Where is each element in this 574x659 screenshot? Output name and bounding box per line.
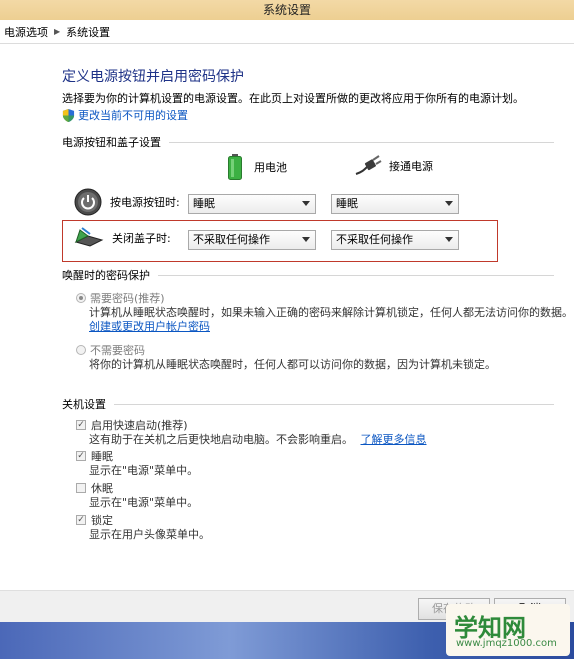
battery-icon	[228, 154, 242, 180]
create-password-link[interactable]: 创建或更改用户帐户密码	[89, 320, 210, 333]
power-section-heading: 电源按钮和盖子设置	[62, 134, 554, 150]
power-button-row: 按电源按钮时:	[74, 188, 180, 216]
checkmark-icon: ✓	[76, 451, 86, 461]
power-button-label: 按电源按钮时:	[110, 196, 180, 209]
breadcrumb-system-settings[interactable]: 系统设置	[66, 24, 110, 40]
breadcrumb-power-options[interactable]: 电源选项	[4, 24, 48, 40]
checkmark-icon: ✓	[76, 420, 86, 430]
power-section-heading-text: 电源按钮和盖子设置	[62, 136, 161, 149]
learn-more-link[interactable]: 了解更多信息	[361, 433, 427, 446]
battery-column-label: 用电池	[254, 161, 287, 174]
chevron-down-icon	[302, 237, 310, 242]
fast-startup-desc-row: 这有助于在关机之后更快地启动电脑。不会影响重启。 了解更多信息	[89, 431, 427, 447]
radio-icon	[76, 293, 86, 303]
checkmark-icon: ✓	[76, 515, 86, 525]
sleep-desc: 显示在"电源"菜单中。	[89, 464, 199, 477]
no-password-desc: 将你的计算机从睡眠状态唤醒时，任何人都可以访问你的数据，因为计算机未锁定。	[89, 358, 496, 371]
plugged-column-header: 接通电源	[354, 154, 433, 178]
wake-section-heading-text: 唤醒时的密码保护	[62, 269, 150, 282]
page-title: 定义电源按钮并启用密码保护	[62, 69, 244, 85]
power-button-plugged-value: 睡眠	[336, 197, 358, 210]
lid-label: 关闭盖子时:	[112, 232, 171, 245]
chevron-down-icon	[445, 237, 453, 242]
lid-row: 关闭盖子时:	[74, 226, 171, 250]
create-password-link-row: 创建或更改用户帐户密码	[89, 318, 210, 334]
checkbox-empty-icon	[76, 483, 86, 493]
window-titlebar: 系统设置	[0, 0, 574, 20]
power-button-icon	[74, 188, 102, 216]
breadcrumb: 电源选项 ▶ 系统设置	[0, 20, 574, 44]
main-content: 定义电源按钮并启用密码保护 选择要为你的计算机设置的电源设置。在此页上对设置所做…	[0, 44, 574, 590]
plug-icon	[355, 155, 382, 175]
shutdown-section-heading-text: 关机设置	[62, 398, 106, 411]
site-watermark: 学知网 www.jmqz1000.com	[446, 604, 570, 656]
watermark-url: www.jmqz1000.com	[456, 638, 557, 649]
divider	[169, 141, 554, 143]
fast-startup-desc: 这有助于在关机之后更快地启动电脑。不会影响重启。	[89, 433, 353, 446]
lock-desc: 显示在用户头像菜单中。	[89, 528, 210, 541]
chevron-down-icon	[445, 201, 453, 206]
laptop-lid-icon	[74, 227, 104, 247]
lid-plugged-select[interactable]: 不采取任何操作	[331, 230, 459, 250]
change-settings-link-text[interactable]: 更改当前不可用的设置	[78, 107, 188, 123]
radio-icon	[76, 345, 86, 355]
uac-shield-icon	[62, 108, 75, 122]
battery-column-header: 用电池	[228, 154, 287, 180]
window-title: 系统设置	[262, 3, 311, 17]
power-button-battery-select[interactable]: 睡眠	[188, 194, 316, 214]
plugged-column-label: 接通电源	[389, 160, 433, 173]
page-description: 选择要为你的计算机设置的电源设置。在此页上对设置所做的更改将应用于你所有的电源计…	[62, 92, 524, 105]
change-settings-link[interactable]: 更改当前不可用的设置	[62, 107, 188, 123]
shutdown-section-heading: 关机设置	[62, 396, 554, 412]
power-button-battery-value: 睡眠	[193, 197, 215, 210]
divider	[114, 403, 554, 405]
power-button-plugged-select[interactable]: 睡眠	[331, 194, 459, 214]
divider	[158, 274, 554, 276]
lid-plugged-value: 不采取任何操作	[336, 233, 413, 246]
hibernate-desc: 显示在"电源"菜单中。	[89, 496, 199, 509]
chevron-right-icon: ▶	[54, 27, 61, 36]
lid-battery-select[interactable]: 不采取任何操作	[188, 230, 316, 250]
chevron-down-icon	[302, 201, 310, 206]
wake-section-heading: 唤醒时的密码保护	[62, 267, 554, 283]
lid-battery-value: 不采取任何操作	[193, 233, 270, 246]
